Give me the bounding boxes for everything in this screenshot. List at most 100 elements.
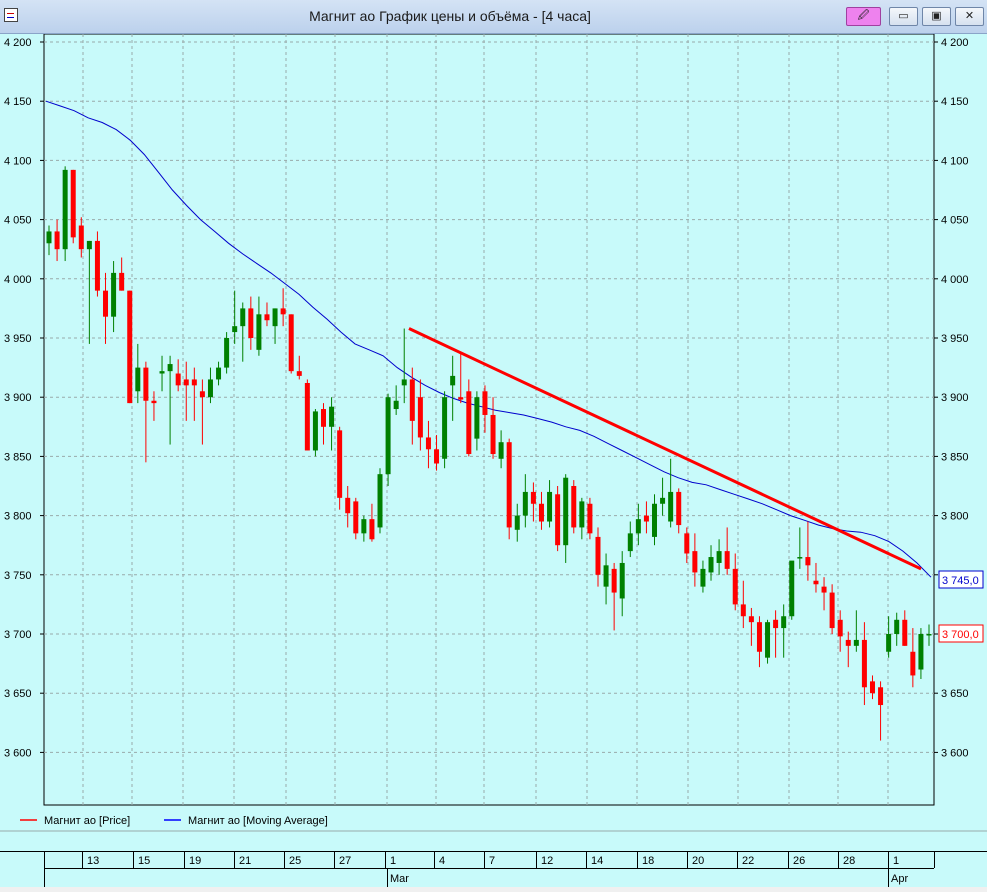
candle-body	[789, 560, 795, 617]
y-tick-label-right: 4 100	[941, 155, 969, 167]
time-axis-day-label: 13	[87, 855, 99, 867]
price-chart[interactable]: 4 200 4 150 4 100 4 050 4 000 3 950 3 900 3 850…	[0, 33, 987, 887]
candle-body	[320, 409, 326, 427]
time-axis-day-label: 1	[390, 855, 396, 867]
candle-body	[547, 491, 553, 522]
candle-body	[700, 568, 706, 587]
candle-body	[482, 391, 488, 415]
candle-body	[248, 308, 254, 338]
candle-body	[70, 169, 76, 238]
candle-body	[199, 391, 205, 398]
candle-body	[611, 568, 617, 593]
candle-body	[773, 619, 779, 629]
candle-body	[46, 231, 52, 244]
candle-body	[587, 503, 593, 534]
legend: Магнит ао [Price] Магнит ао [Moving Aver…	[20, 815, 328, 827]
y-tick-label-left: 4 150	[4, 96, 32, 108]
y-tick-label-left: 3 750	[4, 570, 32, 582]
candle-body	[361, 519, 367, 534]
candle-body	[829, 592, 835, 629]
time-axis-month-label: Apr	[891, 873, 908, 885]
y-tick-label-left: 3 700	[4, 629, 32, 641]
ma-price-tag: 3 745,0	[942, 575, 979, 587]
candle-body	[167, 364, 173, 372]
candle-body	[643, 515, 649, 522]
candle-body	[813, 580, 819, 585]
time-axis-day-label: 28	[843, 855, 855, 867]
candle-body	[54, 231, 60, 250]
time-axis-day-label: 25	[289, 855, 301, 867]
candle-body	[845, 639, 851, 646]
candle-body	[660, 497, 666, 504]
candle-body	[902, 619, 908, 646]
time-axis-day-label: 18	[642, 855, 654, 867]
time-axis-day-label: 4	[439, 855, 445, 867]
candle-body	[579, 501, 585, 528]
y-tick-label-right: 3 950	[941, 333, 969, 345]
candle-body	[143, 367, 149, 401]
candle-body	[805, 557, 811, 566]
candle-body	[304, 382, 310, 451]
candle-body	[732, 568, 738, 605]
minimize-button[interactable]: ▭	[889, 7, 918, 26]
time-axis-day-label: 21	[239, 855, 251, 867]
pin-button[interactable]: 🖉	[846, 7, 881, 26]
candle-body	[765, 622, 771, 658]
candle-body	[103, 290, 109, 317]
candle-body	[62, 169, 68, 250]
y-tick-label-left: 3 850	[4, 451, 32, 463]
candle-body	[94, 240, 100, 291]
candle-body	[878, 687, 884, 706]
candle-body	[853, 639, 859, 646]
candle-body	[918, 634, 924, 670]
time-axis-day-label: 1	[893, 855, 899, 867]
candle-body	[821, 586, 827, 593]
time-axis-month-label: Mar	[390, 873, 409, 885]
time-axis-day-label: 22	[742, 855, 754, 867]
candle-body	[522, 491, 528, 516]
candle-body	[296, 371, 302, 376]
time-axis: 13 15 19 21 25 27 1 4 7 12 14 18 20 22 26 28 1 Mar Apr	[0, 851, 987, 887]
candle-body	[910, 651, 916, 676]
candle-body	[312, 411, 318, 451]
legend-ma-label: Магнит ао [Moving Average]	[188, 815, 328, 827]
candle-body	[684, 533, 690, 554]
y-tick-label-right: 3 600	[941, 747, 969, 759]
candle-body	[498, 442, 504, 459]
candle-body	[417, 397, 423, 438]
y-tick-label-right: 4 200	[941, 37, 969, 49]
time-axis-day-label: 26	[793, 855, 805, 867]
candle-body	[280, 308, 286, 315]
candle-body	[458, 397, 464, 400]
y-tick-label-right: 3 850	[941, 451, 969, 463]
candle-body	[676, 491, 682, 526]
candle-body	[756, 622, 762, 652]
candle-body	[401, 379, 407, 386]
y-tick-label-left: 4 050	[4, 215, 32, 227]
candle-body	[563, 477, 569, 546]
candle-body	[538, 503, 544, 522]
candle-body	[555, 494, 561, 546]
candle-body	[207, 379, 213, 398]
close-button[interactable]: ✕	[955, 7, 984, 26]
y-tick-label-left: 3 900	[4, 392, 32, 404]
candle-body	[224, 338, 230, 368]
candle-body	[409, 379, 415, 421]
candle-body	[191, 379, 197, 386]
candle-body	[434, 449, 440, 464]
y-tick-label-left: 4 100	[4, 155, 32, 167]
candle-body	[861, 639, 867, 688]
candle-body	[894, 619, 900, 634]
candle-body	[183, 379, 189, 386]
maximize-button[interactable]: ▣	[922, 7, 951, 26]
time-axis-day-label: 20	[692, 855, 704, 867]
candle-body	[886, 634, 892, 652]
candle-body	[369, 519, 375, 540]
candle-body	[926, 634, 932, 636]
candle-body	[466, 391, 472, 455]
candle-body	[530, 491, 536, 504]
candle-body	[514, 515, 520, 530]
time-axis-day-label: 19	[189, 855, 201, 867]
candle-body	[442, 397, 448, 459]
candle-body	[490, 414, 496, 455]
